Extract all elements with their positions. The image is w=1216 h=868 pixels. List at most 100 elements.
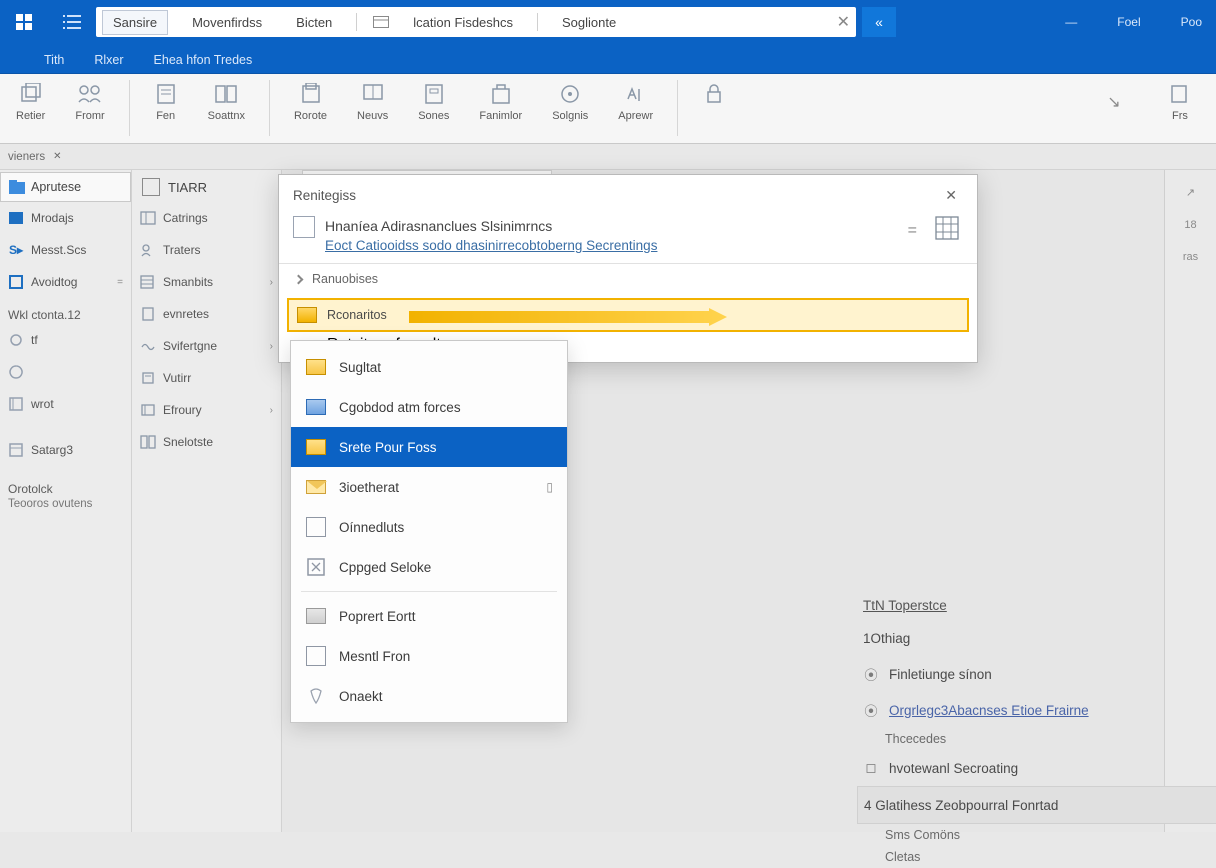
card-icon	[373, 16, 389, 28]
dialog-titlebar: Renitegiss ✕	[279, 175, 977, 214]
bg-sub-6: Sms Comöns	[857, 824, 1216, 846]
nav1-row-2[interactable]: Avoidtog=	[0, 266, 131, 298]
ribbon-btn-8[interactable]: Solgnis	[546, 80, 594, 124]
titlebar: Sansire Movenfirdss Bicten lcation Fisde…	[0, 0, 1216, 44]
bg-row-0[interactable]: 1Othiag	[857, 621, 1216, 656]
bg-row-5[interactable]: 4 Glatihess Zeobpourral Fonrtad↖	[857, 786, 1216, 824]
nav1-row-3[interactable]: Wkl ctonta.12	[0, 298, 131, 324]
menu-item-1[interactable]: Cgobdod atm forces	[291, 387, 567, 427]
subheader-label: vieners	[8, 151, 45, 163]
tab-strip: Tith Rlxer Ehea hfon Tredes	[0, 44, 1216, 74]
nav1-row-7[interactable]: Satarg3	[0, 434, 131, 466]
folder-icon	[297, 307, 317, 323]
bg-sub-7: Cletas	[857, 846, 1216, 868]
rail-item-0[interactable]: 18	[1184, 219, 1196, 231]
dropdown-menu: Sugltat Cgobdod atm forces Srete Pour Fo…	[290, 340, 568, 723]
search-box[interactable]: Sansire Movenfirdss Bicten lcation Fisde…	[96, 7, 856, 37]
ribbon-separator	[269, 80, 270, 136]
list-icon[interactable]	[48, 14, 96, 30]
grid-icon[interactable]	[935, 216, 959, 240]
nav1-row-1[interactable]: S▸Messt.Scs	[0, 234, 131, 266]
subheader: vieners ✕	[0, 144, 1216, 170]
trail-icon: ▯	[546, 480, 553, 494]
bg-list: TtN Toperstce 1Othiag ⦿Finletiunge sínon…	[857, 590, 1216, 868]
ribbon-btn-5[interactable]: Neuvs	[351, 80, 394, 124]
dialog-header: Hnaníea Adirasnanclues Slsinimrncs Eoct …	[279, 214, 977, 264]
menu-item-3[interactable]: 3ioetherat▯	[291, 467, 567, 507]
search-seg-3[interactable]: lcation Fisdeshcs	[403, 11, 523, 34]
title-right-0[interactable]: Foel	[1117, 15, 1140, 29]
nav2-row-6[interactable]: Efroury›	[132, 394, 281, 426]
ribbon-tail-0[interactable]: ↘	[1096, 88, 1132, 116]
clear-icon[interactable]: ✕	[837, 12, 850, 32]
ribbon-btn-0[interactable]: Retier	[10, 80, 51, 124]
ribbon-btn-3[interactable]: Soattnx	[202, 80, 251, 124]
ribbon-btn-4[interactable]: Rorote	[288, 80, 333, 124]
separator	[356, 13, 357, 31]
dialog-sublabel: Ranuobises	[312, 272, 378, 286]
search-seg-2[interactable]: Bicten	[286, 11, 342, 34]
title-dash: ―	[1065, 15, 1077, 29]
nav2-row-1[interactable]: Traters	[132, 234, 281, 266]
tab-0[interactable]: Tith	[40, 47, 68, 73]
tab-2[interactable]: Ehea hfon Tredes	[150, 47, 257, 73]
menu-item-8[interactable]: Onaekt	[291, 676, 567, 716]
search-seg-1[interactable]: Movenfirdss	[182, 11, 272, 34]
menu-item-4[interactable]: Oínnedluts	[291, 507, 567, 547]
nav1-row-6[interactable]: wrot	[0, 388, 131, 420]
arrow-indicator	[409, 308, 729, 326]
equals-icon[interactable]: =	[908, 222, 917, 240]
app-icon[interactable]	[0, 0, 48, 44]
nav2-row-7[interactable]: Snelotste	[132, 426, 281, 458]
bg-row-1[interactable]: ⦿Finletiunge sínon	[857, 656, 1216, 692]
nav2-row-5[interactable]: Vutirr	[132, 362, 281, 394]
close-icon[interactable]: ✕	[53, 151, 61, 162]
dialog-sublabel-row[interactable]: Ranuobises	[279, 264, 977, 294]
nav2-header[interactable]: TIARR	[132, 172, 281, 202]
bg-header[interactable]: TtN Toperstce	[857, 590, 1216, 621]
ribbon-btn-2[interactable]: Fen	[148, 80, 184, 124]
ribbon-btn-7[interactable]: Fanimlor	[473, 80, 528, 124]
close-icon[interactable]: ✕	[939, 185, 963, 206]
rail-arrow-icon[interactable]: ↗	[1186, 186, 1195, 199]
ribbon-btn-1[interactable]: Fromr	[69, 80, 110, 124]
nav2-row-3[interactable]: evnretes	[132, 298, 281, 330]
nav2-row-4[interactable]: Svifertgne›	[132, 330, 281, 362]
search-seg-0[interactable]: Sansire	[102, 10, 168, 35]
nav1-header-label: Aprutese	[31, 180, 81, 194]
title-right-1[interactable]: Poo	[1181, 15, 1202, 29]
menu-item-7[interactable]: Mesntl Fron	[291, 636, 567, 676]
dialog: Renitegiss ✕ Hnaníea Adirasnanclues Slsi…	[278, 174, 978, 363]
doc-icon	[293, 216, 315, 238]
help-button[interactable]: «	[862, 7, 896, 37]
dialog-heading-1: Hnaníea Adirasnanclues Slsinimrncs	[325, 218, 961, 234]
rail-item-1[interactable]: ras	[1183, 251, 1198, 263]
tab-1[interactable]: Rlxer	[90, 47, 127, 73]
dialog-heading-2[interactable]: Eoct Catiooidss sodo dhasinirrecobtobern…	[325, 238, 961, 253]
menu-item-6[interactable]: Poprert Eortt	[291, 596, 567, 636]
nav1-footer-1[interactable]: Orotolck	[0, 472, 131, 498]
menu-item-5[interactable]: Cppged Seloke	[291, 547, 567, 587]
ribbon-tail-1[interactable]: Frs	[1162, 80, 1198, 124]
ribbon-btn-9[interactable]: Aprewr	[612, 80, 659, 124]
nav1-row-5[interactable]	[0, 356, 131, 388]
nav1-header[interactable]: Aprutese	[0, 172, 131, 202]
nav2-row-2[interactable]: Smanbits›	[132, 266, 281, 298]
bg-sub-3: Thcecedes	[857, 728, 1216, 750]
dialog-highlight-row[interactable]: Rconaritos	[287, 298, 969, 332]
nav2-row-0[interactable]: Catrings	[132, 202, 281, 234]
nav1-footer-2: Teooros ovutens	[0, 498, 131, 510]
menu-item-2[interactable]: Srete Pour Foss	[291, 427, 567, 467]
separator	[537, 13, 538, 31]
nav1-row-4[interactable]: tf	[0, 324, 131, 356]
ribbon-btn-lock[interactable]	[696, 80, 732, 112]
bg-row-4[interactable]: ◻hvotewanl Secroating	[857, 750, 1216, 786]
search-seg-4[interactable]: Soglionte	[552, 11, 626, 34]
nav1-row-0[interactable]: Mrodajs	[0, 202, 131, 234]
bg-row-2[interactable]: ⦿Orgrlegc3Abacnses Etioe Frairne	[857, 692, 1216, 728]
ribbon-btn-6[interactable]: Sones	[412, 80, 455, 124]
back-icon[interactable]	[294, 274, 304, 284]
nav2-header-label: TIARR	[168, 180, 207, 195]
menu-item-0[interactable]: Sugltat	[291, 347, 567, 387]
ribbon: Retier Fromr Fen Soattnx Rorote Neuvs So…	[0, 74, 1216, 144]
